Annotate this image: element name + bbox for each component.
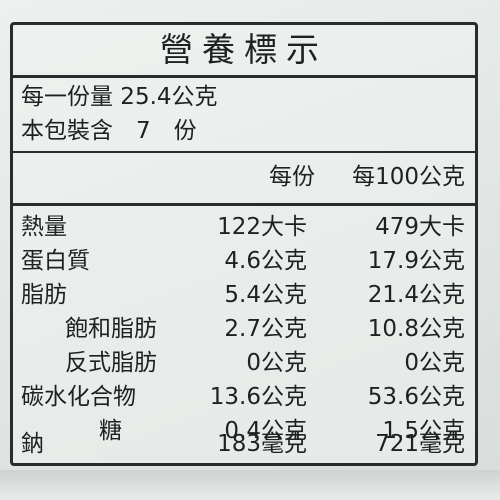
- nutrient-row: 蛋白質 4.6公克 17.9公克: [13, 244, 475, 278]
- label-title: 營養標示: [160, 30, 328, 69]
- nutrient-per-serving: 0公克: [246, 350, 307, 376]
- nutrient-name: 碳水化合物: [21, 384, 136, 410]
- nutrient-row: 飽和脂肪 2.7公克 10.8公克: [13, 312, 475, 346]
- title-divider: [13, 75, 475, 78]
- nutrient-per-100g: 10.8公克: [367, 316, 465, 342]
- nutrient-per-serving: 2.7公克: [224, 316, 307, 342]
- serving-divider: [13, 151, 475, 153]
- nutrient-name: 鈉: [21, 431, 44, 457]
- nutrient-per-100g: 17.9公克: [367, 248, 465, 274]
- nutrient-row: 熱量 122大卡 479大卡: [13, 210, 475, 244]
- column-header-per-100g: 每100公克: [352, 164, 465, 190]
- nutrient-name: 脂肪: [21, 282, 67, 308]
- nutrient-row: 鈉 183毫克 721毫克: [13, 427, 475, 461]
- nutrition-label: 營養標示 每一份量 25.4公克 本包裝含 7 份 每份 每100公克 熱量 1…: [10, 22, 478, 466]
- nutrient-per-serving: 122大卡: [217, 214, 307, 240]
- nutrient-per-100g: 721毫克: [375, 431, 465, 457]
- column-header-per-serving: 每份: [269, 164, 315, 190]
- serving-size: 每一份量 25.4公克: [21, 84, 218, 110]
- nutrient-per-serving: 183毫克: [217, 431, 307, 457]
- servings-per-package: 本包裝含 7 份: [21, 118, 197, 144]
- nutrient-name: 熱量: [21, 214, 67, 240]
- nutrient-row: 脂肪 5.4公克 21.4公克: [13, 278, 475, 312]
- nutrient-per-100g: 21.4公克: [367, 282, 465, 308]
- nutrient-row: 反式脂肪 0公克 0公克: [13, 346, 475, 380]
- nutrient-name: 飽和脂肪: [65, 316, 157, 342]
- header-divider: [13, 203, 475, 206]
- nutrient-per-serving: 13.6公克: [209, 384, 307, 410]
- nutrient-per-serving: 5.4公克: [224, 282, 307, 308]
- nutrient-per-serving: 4.6公克: [224, 248, 307, 274]
- nutrient-per-100g: 53.6公克: [367, 384, 465, 410]
- package-edge: [0, 470, 500, 500]
- nutrient-row: 碳水化合物 13.6公克 53.6公克: [13, 380, 475, 414]
- nutrient-per-100g: 479大卡: [375, 214, 465, 240]
- nutrient-name: 反式脂肪: [65, 350, 157, 376]
- nutrient-name: 蛋白質: [21, 248, 90, 274]
- nutrient-per-100g: 0公克: [404, 350, 465, 376]
